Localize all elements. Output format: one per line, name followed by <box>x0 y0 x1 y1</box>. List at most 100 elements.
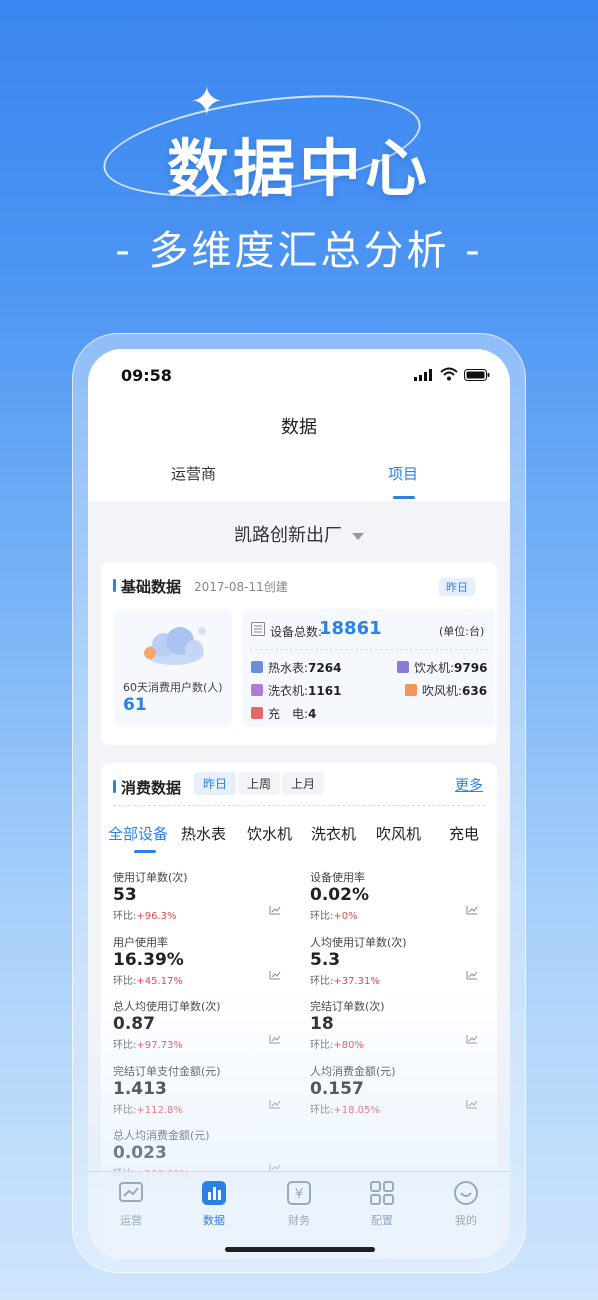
metric-value: 0.87 <box>113 1014 155 1034</box>
metric-item[interactable]: 用户使用率 16.39% 环比:+45.17% <box>113 934 293 994</box>
device-label: 洗衣机: <box>268 684 309 698</box>
home-indicator <box>225 1247 375 1252</box>
consumption-title: 消费数据 <box>113 777 181 798</box>
metric-change: +96.3% <box>136 911 177 922</box>
metric-change: +0% <box>333 911 358 922</box>
metric-item[interactable]: 人均消费金额(元) 0.157 环比:+18.05% <box>310 1063 490 1123</box>
metric-compare: 环比:+45.17% <box>113 972 183 987</box>
trend-chart-icon[interactable] <box>466 1099 478 1109</box>
water-dispenser-icon <box>397 661 409 673</box>
tabbar-label: 我的 <box>455 1214 477 1227</box>
device-item-charger: 充 电:4 <box>251 705 316 722</box>
tabbar-item-data[interactable]: 数据 <box>184 1180 244 1228</box>
device-tab-water-dispenser[interactable]: 饮水机 <box>247 823 292 844</box>
trend-chart-icon[interactable] <box>466 970 478 980</box>
caret-down-icon <box>352 532 364 540</box>
device-tab-charge[interactable]: 充电 <box>449 823 479 844</box>
metric-value: 0.157 <box>310 1078 364 1099</box>
trend-chart-icon[interactable] <box>466 905 478 915</box>
period-tab-last-week[interactable]: 上周 <box>238 772 281 795</box>
hero-subtitle: - 多维度汇总分析 - <box>115 228 483 274</box>
page-title: 数据 <box>281 417 317 438</box>
device-value: 9796 <box>454 661 488 675</box>
device-tab-washer[interactable]: 洗衣机 <box>311 823 356 844</box>
period-badge: 昨日 <box>439 578 475 596</box>
charger-icon <box>251 707 263 719</box>
compare-prefix: 环比: <box>310 911 334 922</box>
device-item-water-meter: 热水表:7264 <box>251 659 341 676</box>
active-tab-indicator <box>393 496 415 499</box>
trend-chart-icon[interactable] <box>269 970 281 980</box>
tabbar-item-config[interactable]: 配置 <box>352 1180 412 1228</box>
period-tab-last-month[interactable]: 上月 <box>282 772 325 795</box>
compare-prefix: 环比: <box>310 1040 334 1051</box>
trend-chart-icon[interactable] <box>269 1099 281 1109</box>
device-tab-hairdryer[interactable]: 吹风机 <box>376 823 421 844</box>
device-value: 4 <box>308 707 317 721</box>
compare-prefix: 环比: <box>113 1104 137 1116</box>
tabbar-label: 运营 <box>120 1214 142 1227</box>
metric-compare: 环比:+97.73% <box>113 1036 183 1051</box>
tabbar-label: 数据 <box>203 1214 225 1227</box>
device-label: 吹风机: <box>422 684 463 698</box>
washer-icon <box>251 684 263 696</box>
battery-icon <box>464 369 490 381</box>
more-link[interactable]: 更多 <box>455 775 483 795</box>
device-label: 饮水机: <box>414 661 455 675</box>
metric-item[interactable]: 人均使用订单数(次) 5.3 环比:+37.31% <box>310 934 490 994</box>
hero-title: 数据中心 <box>166 132 431 205</box>
device-value: 7264 <box>308 661 342 675</box>
chart-line-icon <box>119 1182 143 1202</box>
divider <box>250 649 488 650</box>
device-label: 热水表: <box>268 661 309 675</box>
tab-project[interactable]: 项目 <box>388 463 418 484</box>
metric-compare: 环比:+18.05% <box>310 1101 380 1116</box>
wifi-icon <box>440 367 458 381</box>
metric-label: 设备使用率 <box>310 871 365 884</box>
users-summary: 60天消费用户数(人) 61 <box>114 609 232 727</box>
basic-data-title: 基础数据 <box>113 576 181 597</box>
project-name: 凯路创新出厂 <box>234 525 342 546</box>
metric-label: 总人均消费金额(元) <box>113 1129 210 1142</box>
compare-prefix: 环比: <box>310 975 334 987</box>
device-tab-water-meter[interactable]: 热水表 <box>181 823 226 844</box>
trend-chart-icon[interactable] <box>466 1034 478 1044</box>
tabbar-item-finance[interactable]: ¥ 财务 <box>269 1180 329 1228</box>
device-tab-all[interactable]: 全部设备 <box>108 823 168 844</box>
smile-icon <box>454 1181 478 1205</box>
metric-label: 人均消费金额(元) <box>310 1064 396 1078</box>
active-device-tab-indicator <box>134 850 156 853</box>
compare-prefix: 环比: <box>113 911 137 922</box>
tabbar-label: 配置 <box>371 1214 393 1227</box>
metric-compare: 环比:+112.8% <box>113 1101 183 1116</box>
metric-label: 使用订单数(次) <box>113 871 188 884</box>
nav-header: 数据 运营商 项目 <box>88 399 510 501</box>
tabbar-item-operations[interactable]: 运营 <box>101 1180 161 1228</box>
metric-value: 16.39% <box>113 949 184 970</box>
metric-item[interactable]: 设备使用率 0.02% 环比:+0% <box>310 869 490 929</box>
period-tab-yesterday[interactable]: 昨日 <box>194 772 237 795</box>
metric-item[interactable]: 完结订单数(次) 18 环比:+80% <box>310 998 490 1058</box>
hairdryer-icon <box>405 684 417 696</box>
sparkle-icon: ✦ <box>190 79 224 125</box>
signal-icon <box>414 369 432 381</box>
trend-chart-icon[interactable] <box>269 1034 281 1044</box>
project-selector[interactable]: 凯路创新出厂 <box>88 521 510 547</box>
users-value: 61 <box>123 695 147 715</box>
metric-value: 0.023 <box>113 1143 167 1163</box>
tabbar-item-mine[interactable]: 我的 <box>436 1180 496 1228</box>
metric-item[interactable]: 总人均使用订单数(次) 0.87 环比:+97.73% <box>113 998 293 1058</box>
grid-icon <box>370 1181 394 1205</box>
trend-chart-icon[interactable] <box>269 905 281 915</box>
metric-item[interactable]: 完结订单支付金额(元) 1.413 环比:+112.8% <box>113 1063 293 1123</box>
compare-prefix: 环比: <box>310 1104 334 1116</box>
tab-operator[interactable]: 运营商 <box>171 463 216 484</box>
phone-screen: 09:58 数据 运营商 项目 凯路创新出厂 基础数据 2017-08-11创建… <box>88 349 510 1259</box>
status-time: 09:58 <box>121 366 172 385</box>
device-list-icon <box>251 622 265 636</box>
metric-compare: 环比:+96.3% <box>113 907 177 922</box>
metric-item[interactable]: 使用订单数(次) 53 环比:+96.3% <box>113 869 293 929</box>
users-label: 60天消费用户数(人) <box>123 681 223 694</box>
cloud-illustration-icon <box>144 627 206 665</box>
metric-value: 18 <box>310 1014 334 1034</box>
